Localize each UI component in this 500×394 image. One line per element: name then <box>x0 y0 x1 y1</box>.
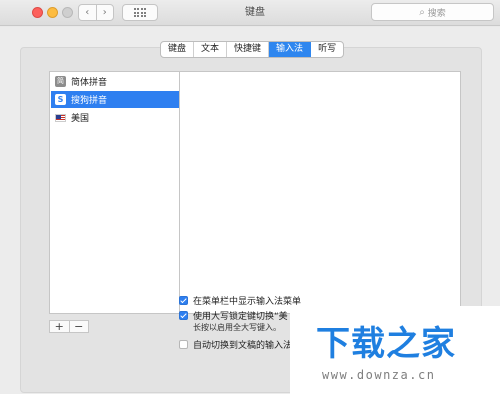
close-window-button[interactable] <box>32 7 43 18</box>
show-input-menu-checkbox[interactable]: 在菜单栏中显示输入法菜单 <box>179 294 301 307</box>
checkbox-label: 自动切换到文稿的输入法 <box>193 341 293 351</box>
caps-lock-switch-checkbox[interactable]: 使用大写锁定键切换“美 <box>179 309 288 322</box>
list-item-jianti-pinyin[interactable]: 简 简体拼音 <box>51 73 179 90</box>
auto-switch-checkbox[interactable]: 自动切换到文稿的输入法 <box>179 338 292 351</box>
search-field[interactable]: ⌕ 搜索 <box>371 3 494 21</box>
us-flag-icon <box>55 113 66 122</box>
list-item-label: 搜狗拼音 <box>71 96 108 106</box>
caps-lock-note: 长按以启用全大写键入。 <box>193 323 281 332</box>
magnifier-icon: ⌕ <box>419 6 425 18</box>
input-source-detail <box>180 71 461 314</box>
tab-input-sources[interactable]: 输入法 <box>268 42 311 57</box>
search-placeholder: 搜索 <box>427 8 446 19</box>
checkbox-checked[interactable] <box>179 296 188 305</box>
show-all-button[interactable] <box>122 4 158 21</box>
jianti-pinyin-icon: 简 <box>55 76 66 87</box>
minimize-window-button[interactable] <box>47 7 58 18</box>
checkbox-label: 在菜单栏中显示输入法菜单 <box>193 297 302 307</box>
back-button[interactable]: ‹ <box>79 5 96 20</box>
tab-dictation[interactable]: 听写 <box>310 42 343 57</box>
checkbox-unchecked[interactable] <box>179 340 188 349</box>
checkbox-label: 使用大写锁定键切换“美 <box>193 312 288 322</box>
checkbox-checked[interactable] <box>179 311 188 320</box>
remove-input-source-button[interactable]: − <box>68 321 89 332</box>
input-source-list: 简 简体拼音 S 搜狗拼音 美国 <box>49 71 180 314</box>
grid-icon <box>133 8 147 17</box>
list-item-us[interactable]: 美国 <box>51 109 179 126</box>
zoom-window-button[interactable] <box>62 7 73 18</box>
add-input-source-button[interactable]: + <box>50 321 69 332</box>
list-item-label: 简体拼音 <box>71 78 108 88</box>
sogou-icon: S <box>55 94 66 105</box>
window-title: 键盘 <box>245 7 265 18</box>
tab-bar: 键盘 文本 快捷键 输入法 听写 <box>160 41 345 58</box>
watermark-logo: 下载之家 <box>316 324 456 364</box>
tab-keyboard[interactable]: 键盘 <box>161 42 193 57</box>
tab-shortcuts[interactable]: 快捷键 <box>226 42 268 57</box>
tab-text[interactable]: 文本 <box>193 42 226 57</box>
list-edit-buttons: + − <box>49 320 89 333</box>
back-forward-control: ‹ › <box>78 4 114 21</box>
watermark-url: www.downza.cn <box>322 368 436 382</box>
forward-button[interactable]: › <box>95 5 114 20</box>
list-item-label: 美国 <box>71 114 90 124</box>
window-titlebar: ‹ › 键盘 ⌕ 搜索 <box>0 0 500 26</box>
list-item-sogou-pinyin[interactable]: S 搜狗拼音 <box>51 91 179 108</box>
